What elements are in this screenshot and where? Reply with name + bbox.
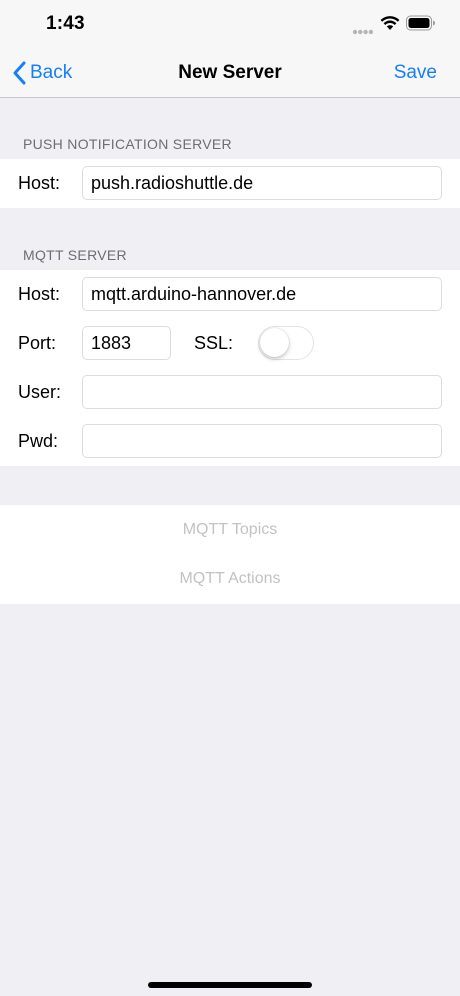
ssl-toggle-knob [260, 328, 289, 357]
mqtt-user-label: User: [18, 382, 62, 402]
wifi-icon [380, 15, 400, 36]
mqtt-server-group: Host: mqtt.arduino-hannover.de Port: 188… [0, 270, 460, 466]
mqtt-port-label: Port: [18, 333, 57, 353]
mqtt-pwd-input[interactable] [82, 424, 442, 458]
mqtt-actions-group: MQTT Topics MQTT Actions [0, 505, 460, 604]
push-server-group: Host: push.radioshuttle.de [0, 159, 460, 208]
mqtt-pwd-label: Pwd: [18, 431, 59, 451]
battery-icon [406, 15, 436, 36]
save-button[interactable]: Save [394, 62, 437, 84]
mqtt-user-input[interactable] [82, 375, 442, 409]
status-bar: 1:43 [0, 0, 460, 48]
mqtt-port-input[interactable]: 1883 [82, 326, 171, 360]
ssl-label: SSL: [194, 333, 234, 353]
navigation-bar: Back New Server Save [0, 48, 460, 98]
push-host-label: Host: [18, 173, 61, 193]
mqtt-topics-button[interactable]: MQTT Topics [0, 521, 460, 539]
status-time: 1:43 [46, 13, 85, 34]
mqtt-host-input[interactable]: mqtt.arduino-hannover.de [82, 277, 442, 311]
page-title: New Server [178, 62, 282, 83]
home-indicator[interactable] [148, 982, 312, 988]
mqtt-actions-button[interactable]: MQTT Actions [0, 570, 460, 588]
mqtt-host-label: Host: [18, 284, 61, 304]
signal-icon [352, 22, 374, 40]
push-host-input[interactable]: push.radioshuttle.de [82, 166, 442, 200]
mqtt-section-header: MQTT SERVER [23, 247, 127, 263]
ssl-toggle[interactable] [258, 326, 314, 360]
push-section-header: PUSH NOTIFICATION SERVER [23, 136, 232, 152]
